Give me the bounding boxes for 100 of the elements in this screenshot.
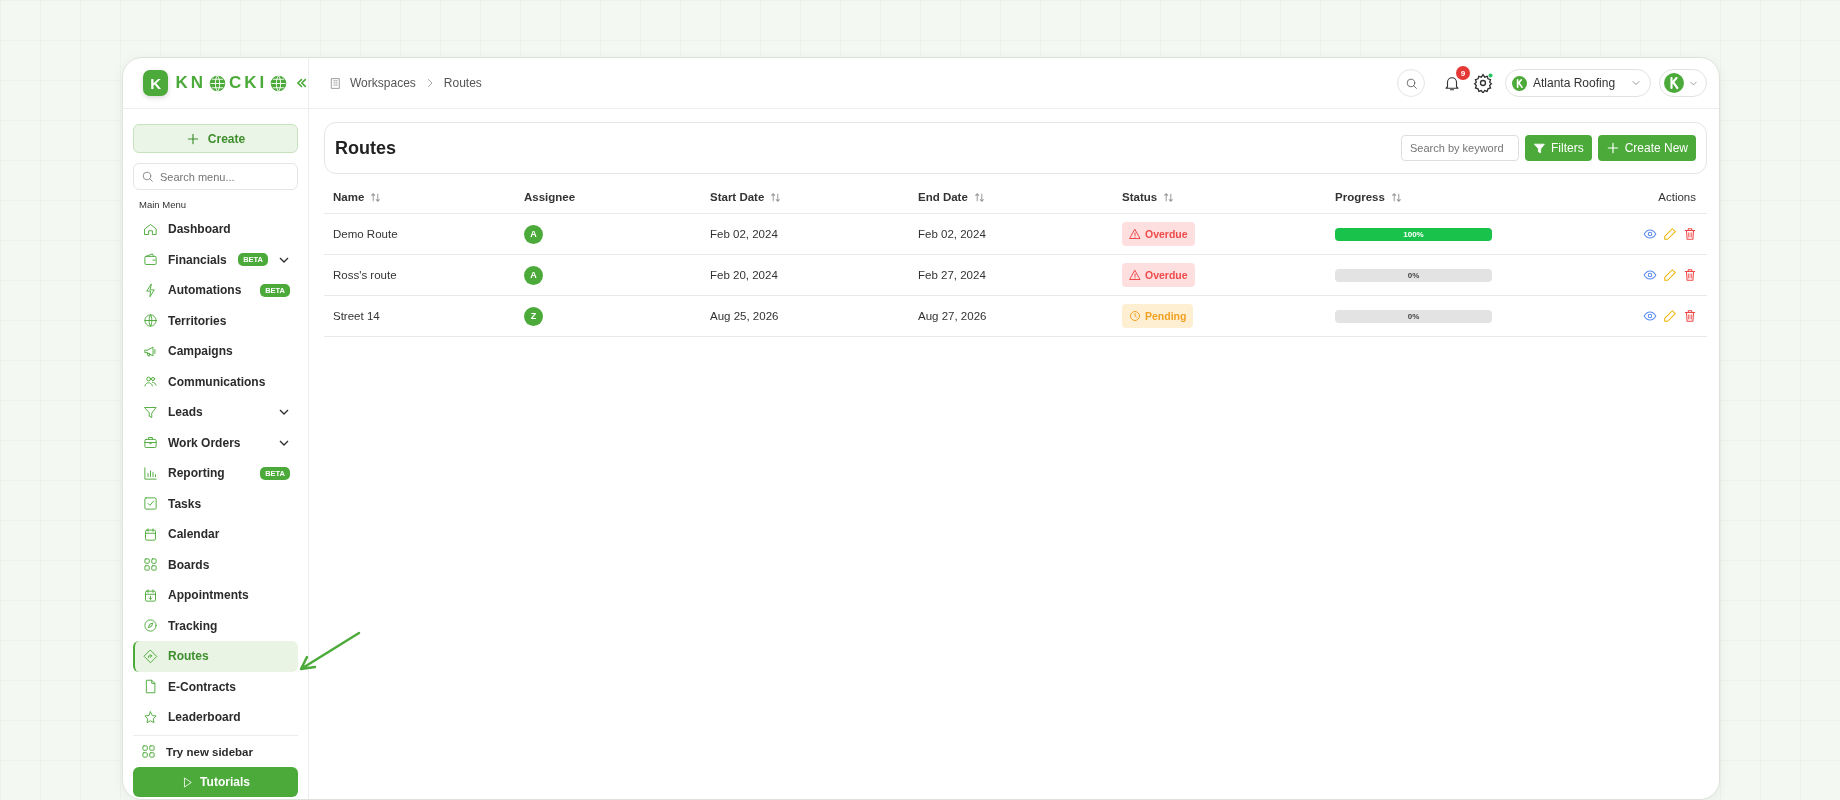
sidebar-item[interactable]: E-Contracts: [133, 671, 298, 702]
start-date: Feb 20, 2024: [709, 269, 779, 281]
warning-icon: [1129, 269, 1141, 281]
sidebar-item[interactable]: Work Orders: [133, 427, 298, 458]
pencil-icon: [1663, 227, 1677, 241]
trash-icon: [1683, 268, 1697, 282]
home-icon: [143, 221, 158, 237]
document-icon: [143, 679, 158, 695]
collapse-icon[interactable]: [296, 77, 308, 89]
plus-icon: [185, 131, 200, 146]
sidebar-item[interactable]: Campaigns: [133, 336, 298, 367]
briefcase-icon: [143, 435, 158, 451]
end-date: Aug 27, 2026: [917, 310, 988, 322]
search-field[interactable]: Search menu...: [133, 163, 298, 190]
clock-icon: [1129, 310, 1141, 322]
column-header: Actions: [1658, 191, 1696, 203]
calendar-icon: [143, 587, 158, 603]
end-date: Feb 27, 2024: [917, 269, 987, 281]
building-icon: [329, 76, 342, 90]
grid-icon: [141, 744, 156, 759]
try-new-sidebar-link[interactable]: Try new sidebar: [166, 745, 253, 758]
people-icon: [143, 374, 158, 390]
sidebar-item[interactable]: Leads: [133, 397, 298, 428]
status-badge: Pending: [1122, 304, 1194, 328]
column-header[interactable]: End Date: [918, 191, 968, 203]
diamond-arrow-icon: [143, 648, 158, 664]
logo-text: CKI: [229, 73, 268, 93]
logo-mark: K: [143, 70, 169, 96]
trash-icon: [1683, 309, 1697, 323]
page-title: Routes: [335, 137, 396, 159]
eye-icon: [1643, 227, 1657, 241]
assignee-avatar: Z: [524, 306, 543, 326]
progress-label: 100%: [1402, 228, 1425, 241]
start-date: Feb 02, 2024: [709, 228, 779, 240]
sort-icon[interactable]: [973, 191, 985, 203]
create-button[interactable]: Create: [133, 124, 298, 153]
sidebar-item[interactable]: Tasks: [133, 488, 298, 519]
sidebar-item[interactable]: Dashboard: [133, 214, 298, 245]
route-name: Ross's route: [332, 269, 398, 281]
breadcrumb-item[interactable]: Workspaces: [350, 76, 416, 90]
section-title: Main Menu: [139, 199, 187, 210]
globe-icon: [143, 313, 158, 329]
sidebar-item[interactable]: Boards: [133, 549, 298, 580]
bell-icon: [1443, 74, 1461, 92]
start-date: Aug 25, 2026: [709, 310, 780, 322]
search-icon: [1404, 76, 1418, 90]
sidebar-item[interactable]: Routes: [133, 641, 298, 672]
status-badge: Overdue: [1122, 263, 1195, 287]
sidebar-item[interactable]: Tracking: [133, 610, 298, 641]
sidebar-item[interactable]: Territories: [133, 305, 298, 336]
warning-icon: [1129, 228, 1141, 240]
sidebar-item[interactable]: Appointments: [133, 580, 298, 611]
breadcrumb-item: Routes: [443, 76, 482, 90]
eye-icon: [1643, 309, 1657, 323]
search-icon: [141, 170, 154, 183]
settings-icon[interactable]: [1473, 73, 1493, 93]
end-date: Feb 02, 2024: [917, 228, 987, 240]
route-name: Demo Route: [332, 228, 399, 240]
grid-icon: [143, 557, 158, 573]
eye-icon: [1643, 268, 1657, 282]
sort-icon[interactable]: [1390, 191, 1402, 203]
assignee-avatar: A: [524, 265, 543, 285]
search-button[interactable]: [1397, 69, 1425, 97]
notification-count: 9: [1456, 66, 1470, 80]
sort-icon[interactable]: [1163, 191, 1175, 203]
search-field[interactable]: Search by keyword: [1400, 135, 1519, 161]
column-header[interactable]: Name: [333, 191, 365, 203]
lightning-icon: [143, 282, 158, 298]
pencil-icon: [1663, 309, 1677, 323]
sidebar-item[interactable]: Calendar: [133, 519, 298, 550]
sort-icon[interactable]: [370, 191, 382, 203]
column-header[interactable]: Status: [1122, 191, 1158, 203]
globe-icon: [209, 74, 226, 92]
bar-chart-icon: [143, 465, 158, 481]
pencil-icon: [1663, 268, 1677, 282]
wallet-icon: [143, 252, 158, 268]
progress-label: 0%: [1406, 269, 1421, 282]
compass-icon: [143, 618, 158, 634]
workspace-selector[interactable]: Atlanta Roofing: [1505, 69, 1651, 97]
funnel-icon: [1532, 141, 1546, 155]
column-header[interactable]: Start Date: [710, 191, 765, 203]
status-badge: Overdue: [1122, 222, 1195, 246]
checkbox-icon: [143, 496, 158, 512]
assignee-avatar: A: [524, 224, 543, 244]
calendar-icon: [143, 526, 158, 542]
workspace-logo-icon: [1664, 73, 1684, 93]
logo-text: KN: [175, 73, 206, 93]
sort-icon[interactable]: [770, 191, 782, 203]
workspace-logo-icon: [1512, 75, 1527, 91]
plus-icon: [1605, 141, 1620, 155]
column-header[interactable]: Progress: [1335, 191, 1385, 203]
sidebar-item[interactable]: Communications: [133, 366, 298, 397]
account-menu[interactable]: [1659, 69, 1707, 97]
globe-icon: [270, 74, 288, 92]
route-name: Street 14: [332, 310, 381, 322]
play-icon: [181, 775, 195, 789]
funnel-icon: [143, 404, 158, 420]
sidebar-item[interactable]: Leaderboard: [133, 702, 298, 733]
progress-label: 0%: [1406, 310, 1421, 323]
star-icon: [143, 709, 158, 725]
